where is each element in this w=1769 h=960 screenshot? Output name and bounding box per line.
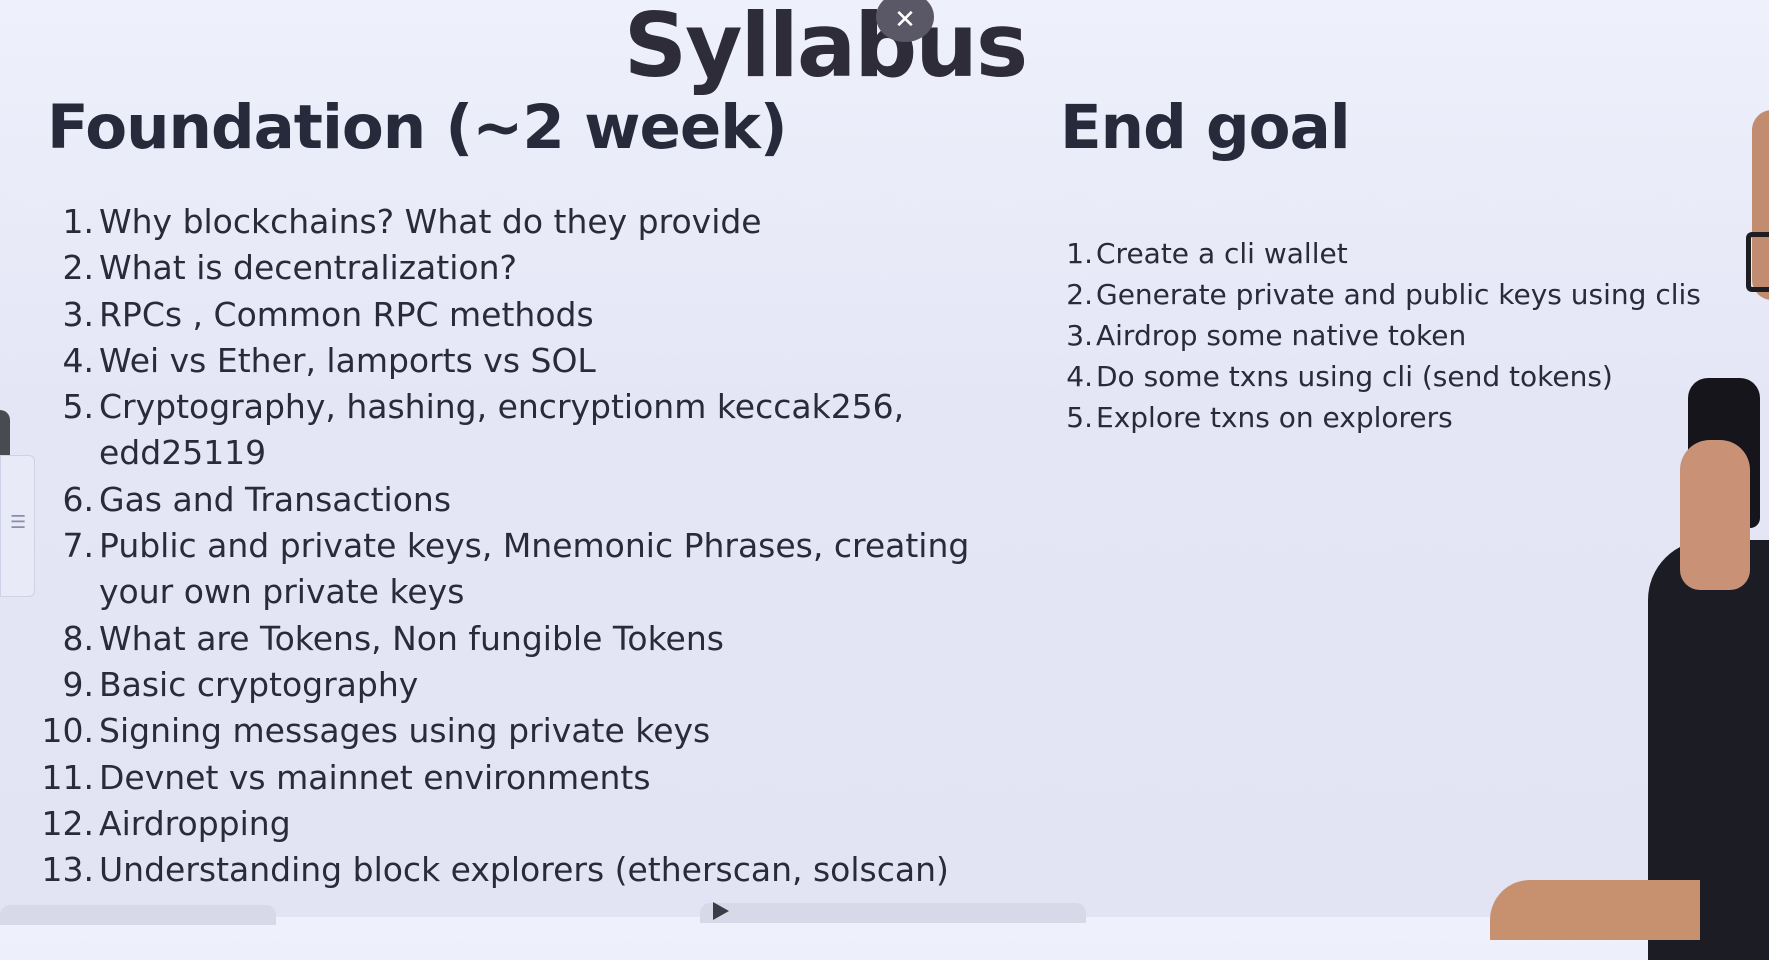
item-text: Generate private and public keys using c… — [1096, 278, 1701, 311]
item-text: Devnet vs mainnet environments — [99, 757, 651, 797]
item-text: Create a cli wallet — [1096, 237, 1348, 270]
item-text: Public and private keys, Mnemonic Phrase… — [99, 526, 970, 612]
slide-title: Syllabus — [623, 0, 1028, 97]
item-text: Basic cryptography — [99, 664, 419, 704]
bottom-toolbar-center[interactable] — [700, 903, 1086, 923]
item-number: 4. — [1066, 360, 1093, 393]
list-item: 7. Public and private keys, Mnemonic Phra… — [0, 523, 1039, 616]
presenter-arm — [1490, 880, 1700, 940]
list-item: 13. Understanding block explorers (ethers… — [0, 847, 1039, 893]
list-item: 5. Explore txns on explorers — [0, 397, 1701, 438]
item-text: What are Tokens, Non fungible Tokens — [99, 618, 724, 658]
item-text: Signing messages using private keys — [99, 711, 711, 751]
item-number: 2. — [1066, 278, 1093, 311]
list-item: 12. Airdropping — [0, 801, 1039, 847]
play-icon[interactable] — [713, 902, 729, 920]
end-goal-list: 1. Create a cli wallet 2. Generate private… — [0, 233, 1701, 438]
list-item: 8. What are Tokens, Non fungible Tokens — [0, 616, 1039, 662]
item-text: Gas and Transactions — [99, 479, 452, 519]
item-number: 3. — [1066, 319, 1093, 352]
foundation-heading: Foundation (~2 week) — [47, 92, 788, 163]
item-text: Do some txns using cli (send tokens) — [1096, 360, 1613, 393]
list-item: 1. Create a cli wallet — [0, 233, 1701, 274]
item-number: 13. — [41, 850, 94, 890]
bottom-toolbar-left[interactable] — [0, 905, 276, 925]
list-item: 10. Signing messages using private keys — [0, 708, 1039, 754]
list-item: 11. Devnet vs mainnet environments — [0, 755, 1039, 801]
list-item: 3. Airdrop some native token — [0, 315, 1701, 356]
item-number: 9. — [62, 664, 95, 704]
side-panel-icon[interactable]: ☰ — [10, 512, 26, 533]
list-item: 2. Generate private and public keys using… — [0, 274, 1701, 315]
list-item: 9. Basic cryptography — [0, 662, 1039, 708]
item-number: 5. — [1066, 401, 1093, 434]
item-number: 12. — [41, 803, 94, 843]
item-number: 8. — [62, 618, 95, 658]
item-text: Airdrop some native token — [1096, 319, 1467, 352]
presenter-hand — [1680, 440, 1750, 590]
item-text: Airdropping — [99, 803, 291, 843]
list-item: 6. Gas and Transactions — [0, 477, 1039, 523]
presenter-glasses — [1746, 232, 1769, 292]
end-goal-heading: End goal — [1060, 92, 1351, 163]
list-item: 4. Do some txns using cli (send tokens) — [0, 356, 1701, 397]
item-number: 10. — [41, 711, 94, 751]
item-text: Explore txns on explorers — [1096, 401, 1453, 434]
item-number: 11. — [41, 757, 94, 797]
item-number: 1. — [1066, 237, 1093, 270]
item-text: Understanding block explorers (etherscan… — [99, 850, 949, 890]
